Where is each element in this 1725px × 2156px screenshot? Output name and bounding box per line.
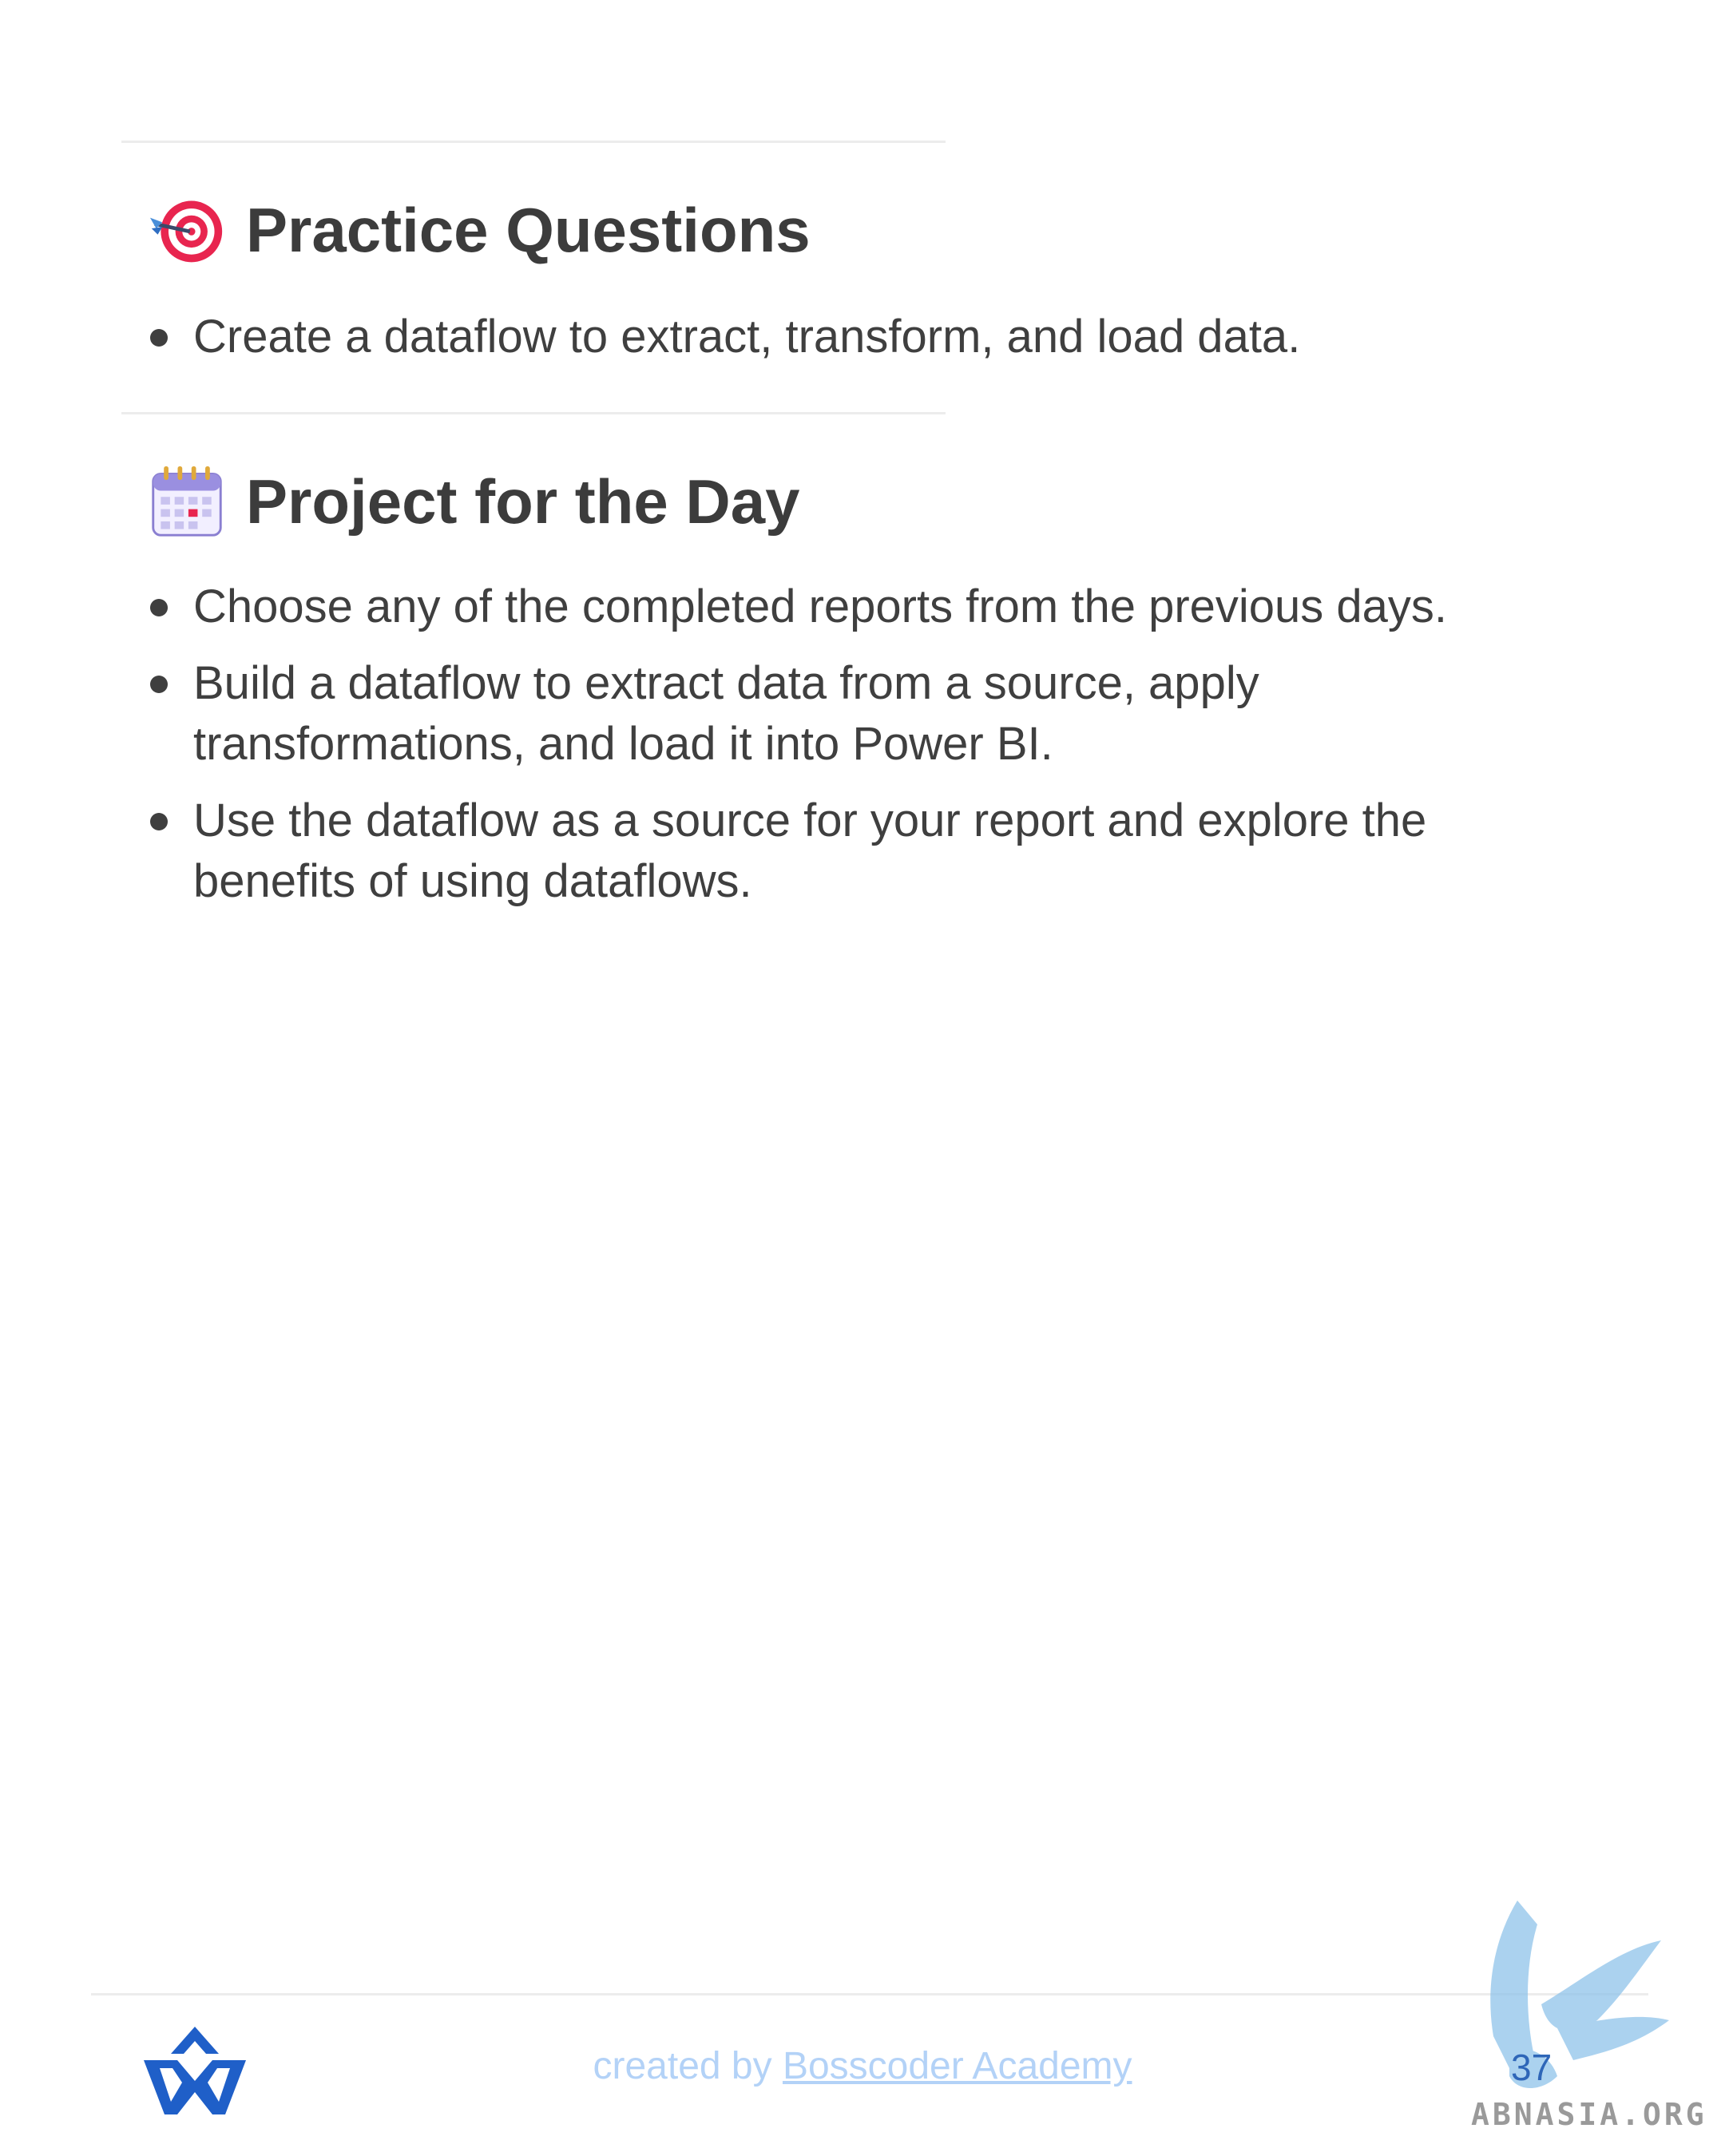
griffin-watermark-icon [1490, 1900, 1669, 2088]
section-title: Practice Questions [246, 194, 811, 265]
watermark-text: ABNASIA.ORG [1471, 2097, 1707, 2132]
section-title: Project for the Day [246, 466, 800, 537]
target-icon [149, 200, 223, 263]
bosscoder-academy-link[interactable]: Bosscoder Academy [783, 2045, 1132, 2087]
list-item: Create a dataflow to extract, transform,… [144, 307, 1549, 367]
project-for-the-day-list: Choose any of the completed reports from… [144, 577, 1549, 928]
divider-top [121, 141, 946, 143]
list-item: Choose any of the completed reports from… [144, 577, 1549, 637]
page-number: 37 [1511, 2047, 1552, 2088]
divider-middle [121, 412, 946, 414]
section-heading-project-for-the-day: Project for the Day [149, 463, 800, 540]
list-item: Build a dataflow to extract data from a … [144, 653, 1549, 775]
practice-questions-list: Create a dataflow to extract, transform,… [144, 307, 1549, 383]
calendar-icon [152, 466, 222, 537]
footer-divider [91, 1993, 1648, 1995]
section-heading-practice-questions: Practice Questions [149, 192, 811, 268]
footer-prefix: created by [593, 2045, 783, 2087]
list-item: Use the dataflow as a source for your re… [144, 791, 1549, 912]
